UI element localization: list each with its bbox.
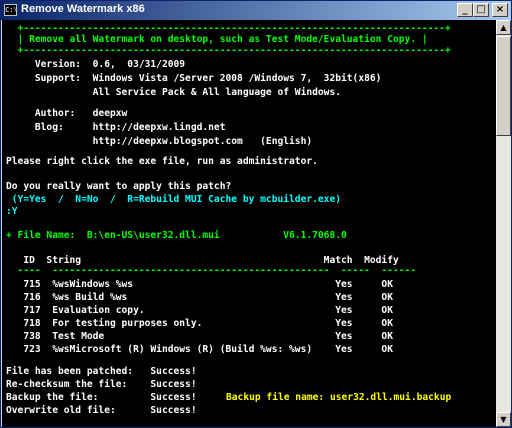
support-line-2: All Service Pack & All language of Windo… bbox=[6, 87, 342, 98]
vertical-scrollbar[interactable]: ▲ ▼ bbox=[496, 20, 511, 427]
table-row: 738 Test Mode Yes OK bbox=[6, 331, 393, 342]
admin-note: Please right click the exe file, run as … bbox=[6, 156, 318, 167]
scroll-down-icon[interactable]: ▼ bbox=[496, 412, 511, 427]
blog-line: Blog: http://deepxw.lingd.net bbox=[6, 122, 226, 133]
table-row: 716 %ws Build %ws Yes OK bbox=[6, 292, 393, 303]
status-backup: Backup the file: Success! bbox=[6, 392, 197, 403]
author-line: Author: deepxw bbox=[6, 108, 128, 119]
table-row: 723 %wsMicrosoft (R) Windows (R) (Build … bbox=[6, 344, 393, 355]
close-button[interactable]: × bbox=[492, 3, 508, 17]
backup-file-note: Backup file name: user32.dll.mui.backup bbox=[226, 392, 452, 403]
options-line: (Y=Yes / N=No / R=Rebuild MUI Cache by m… bbox=[6, 194, 342, 205]
table-rule: ---- -----------------------------------… bbox=[6, 265, 417, 276]
version-line: Version: 0.6, 03/31/2009 bbox=[6, 59, 186, 70]
blog-line-2: http://deepxw.blogspot.com (English) bbox=[6, 136, 313, 147]
console-window: C:\ Remove Watermark x86 _ □ × +--------… bbox=[0, 0, 512, 428]
maximize-button[interactable]: □ bbox=[473, 3, 489, 17]
status-patched: File has been patched: Success! bbox=[6, 366, 197, 377]
table-row: 715 %wsWindows %ws Yes OK bbox=[6, 279, 393, 290]
table-row: 718 For testing purposes only. Yes OK bbox=[6, 318, 393, 329]
console-app-icon[interactable]: C:\ bbox=[4, 4, 18, 16]
banner-bottom: +---------------------------------------… bbox=[6, 45, 451, 56]
scroll-up-icon[interactable]: ▲ bbox=[496, 20, 511, 35]
table-row: 717 Evaluation copy. Yes OK bbox=[6, 305, 393, 316]
support-line: Support: Windows Vista /Server 2008 /Win… bbox=[6, 73, 382, 84]
console-output[interactable]: +---------------------------------------… bbox=[2, 20, 496, 427]
scroll-thumb[interactable] bbox=[496, 36, 511, 136]
confirm-question: Do you really want to apply this patch? bbox=[6, 181, 232, 192]
title-bar[interactable]: C:\ Remove Watermark x86 _ □ × bbox=[1, 1, 511, 20]
window-title: Remove Watermark x86 bbox=[21, 3, 145, 15]
status-checksum: Re-checksum the file: Success! bbox=[6, 379, 197, 390]
file-name-line: + File Name: B:\en-US\user32.dll.mui V6.… bbox=[6, 230, 347, 241]
minimize-button[interactable]: _ bbox=[457, 3, 473, 17]
prompt-input: :Y bbox=[6, 206, 18, 217]
status-overwrite: Overwrite old file: Success! bbox=[6, 405, 197, 416]
